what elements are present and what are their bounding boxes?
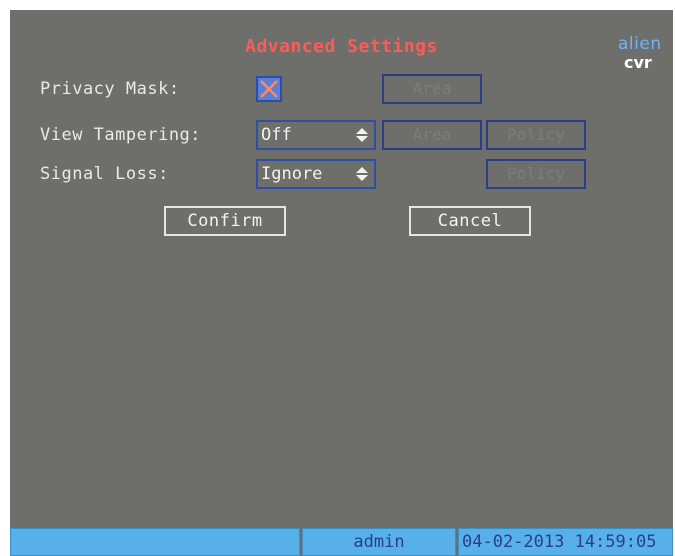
checkmark-x-icon bbox=[260, 80, 278, 98]
signal-loss-select[interactable]: Ignore bbox=[256, 159, 376, 189]
dialog-title: Advanced Settings bbox=[245, 36, 438, 57]
view-tampering-value: Off bbox=[261, 125, 292, 145]
tampering-area-button[interactable]: Area bbox=[382, 120, 482, 150]
signal-loss-value: Ignore bbox=[261, 164, 323, 184]
up-down-arrows-icon bbox=[356, 128, 368, 142]
up-down-arrows-icon bbox=[356, 167, 368, 181]
status-segment-left bbox=[10, 528, 300, 556]
dvr-screen: Advanced Settings alien cvr Privacy Mask… bbox=[10, 10, 673, 556]
logo-text-bottom: cvr bbox=[624, 53, 652, 72]
tampering-policy-button[interactable]: Policy bbox=[486, 120, 586, 150]
privacy-mask-label: Privacy Mask: bbox=[40, 79, 180, 99]
privacy-mask-checkbox[interactable] bbox=[256, 76, 282, 102]
confirm-button[interactable]: Confirm bbox=[164, 206, 286, 236]
status-datetime: 04-02-2013 14:59:05 bbox=[462, 532, 657, 552]
logo-text-top: alien bbox=[618, 34, 662, 54]
cancel-button[interactable]: Cancel bbox=[409, 206, 531, 236]
view-tampering-label: View Tampering: bbox=[40, 125, 202, 145]
signal-loss-policy-button[interactable]: Policy bbox=[486, 159, 586, 189]
status-bar: admin 04-02-2013 14:59:05 bbox=[10, 528, 673, 556]
brand-logo: alien cvr bbox=[614, 34, 673, 74]
signal-loss-label: Signal Loss: bbox=[40, 164, 169, 184]
view-tampering-select[interactable]: Off bbox=[256, 120, 376, 150]
status-user: admin bbox=[353, 532, 405, 552]
privacy-area-button[interactable]: Area bbox=[382, 74, 482, 104]
